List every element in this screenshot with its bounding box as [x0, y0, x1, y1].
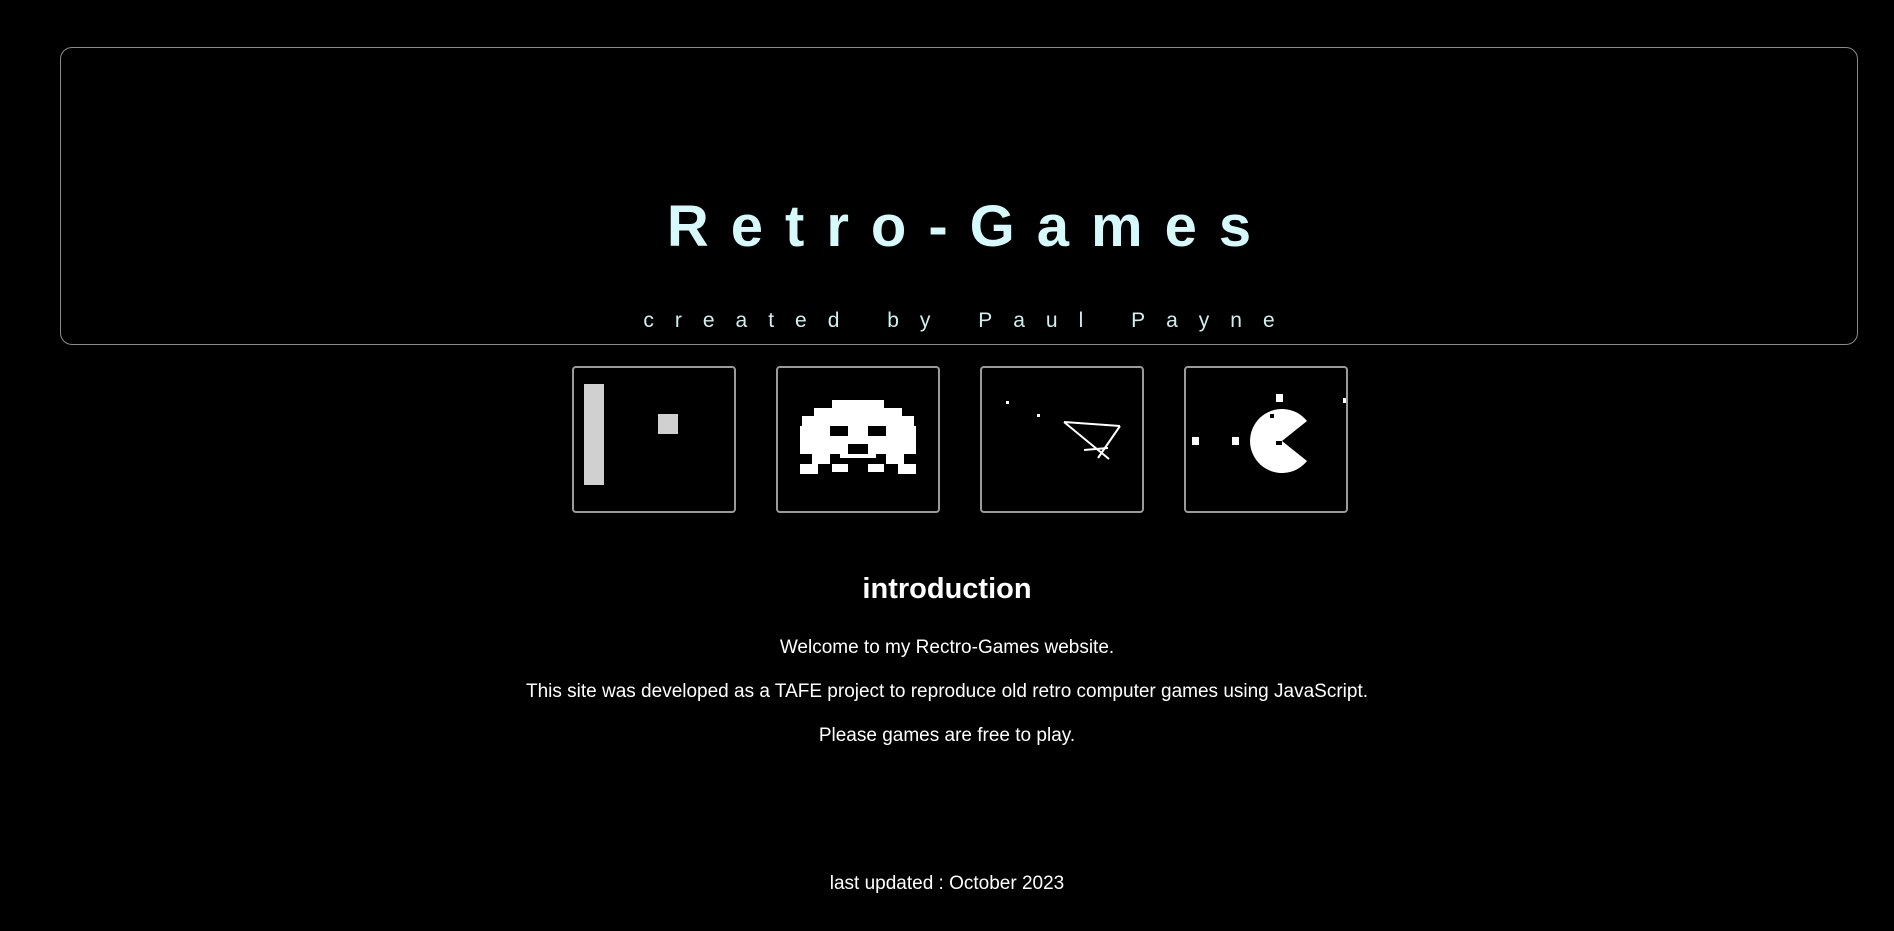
space-invaders-icon [800, 400, 916, 474]
intro-free-text: Please games are free to play. [818, 725, 1076, 746]
intro-heading: introduction [862, 573, 1032, 605]
intro-project-text: This site was developed as a TAFE projec… [525, 681, 1369, 702]
site-subtitle: created by Paul Payne [643, 309, 1296, 332]
game-tile-space-invaders[interactable] [776, 366, 940, 513]
site-header: Retro-Games created by Paul Payne [60, 47, 1858, 345]
pacman-icon [1192, 394, 1346, 473]
last-updated-footer: last updated : October 2023 [829, 873, 1065, 894]
asteroids-icon [1006, 401, 1121, 460]
game-gallery [572, 366, 1348, 513]
game-tile-asteroids[interactable] [980, 366, 1144, 513]
game-tile-pong[interactable] [572, 366, 736, 513]
site-title: Retro-Games [666, 194, 1274, 259]
game-tile-pacman[interactable] [1184, 366, 1348, 513]
pong-icon [584, 384, 678, 485]
intro-welcome-text: Welcome to my Rectro-Games website. [779, 637, 1115, 658]
